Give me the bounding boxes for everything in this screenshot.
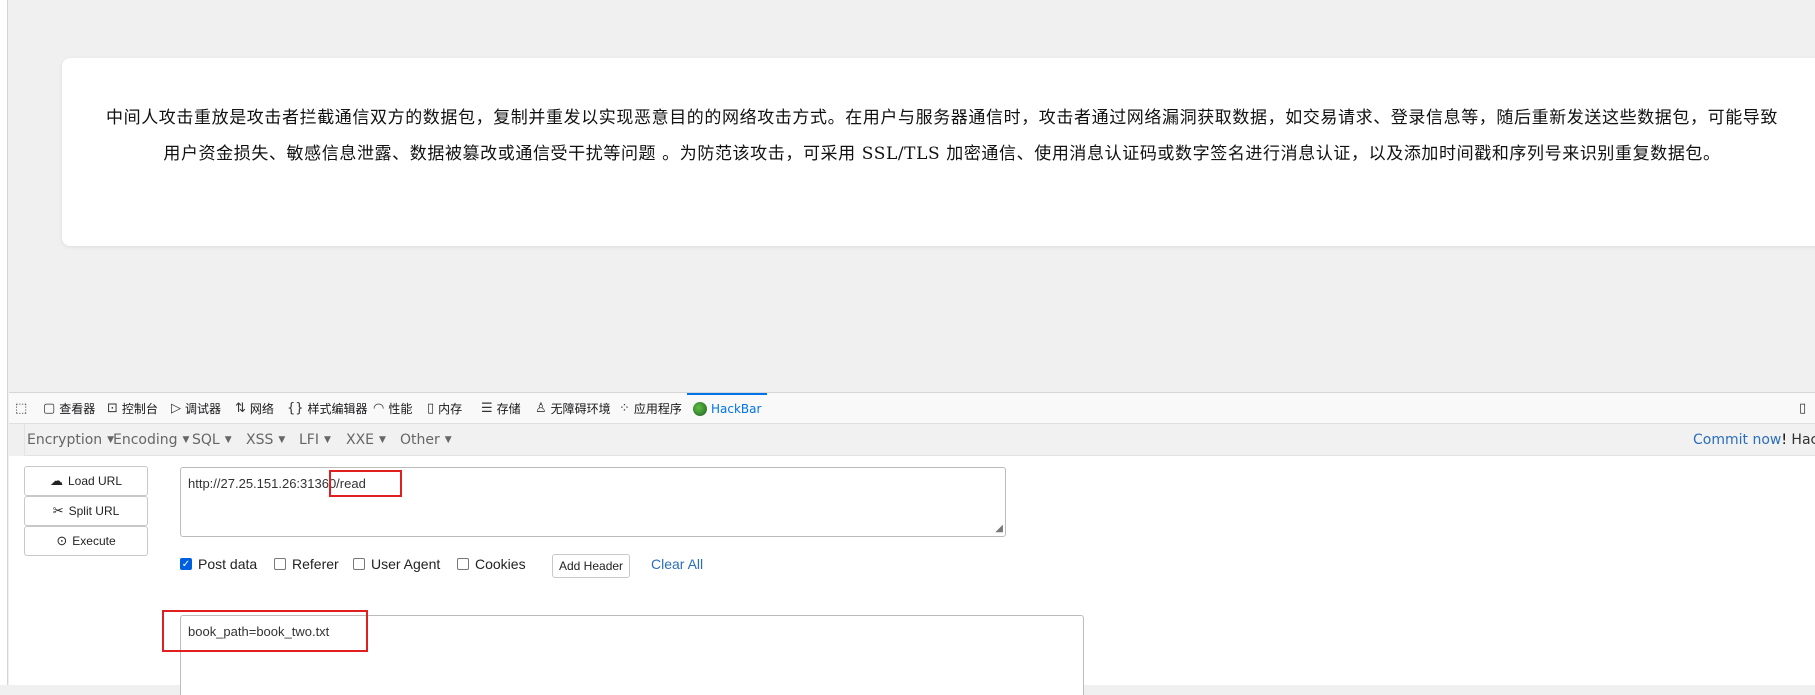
devtools-toolbar: ⬚ ▢ 查看器 ⊡ 控制台 ▷ 调试器 ⇅ 网络 {} 样式编辑器 ◠ 性能 ▯… [9,392,1815,424]
button-label: Execute [72,534,116,548]
tab-label: 无障碍环境 [550,401,611,416]
hackbar-menu-bar: Encryption ▼ Encoding ▼ SQL ▼ XSS ▼ LFI ▼ XXE… [24,424,1815,456]
tab-label: 应用程序 [633,401,682,416]
button-label: Load URL [67,474,123,488]
option-label: Referer [292,556,339,572]
scissors-icon: ✂ [52,503,64,518]
chevron-down-icon: ▼ [444,435,452,445]
inspector-icon: ▢ [43,400,56,416]
storage-icon: ☰ [481,400,493,416]
menu-encryption[interactable]: Encryption ▼ [27,432,114,448]
tab-label: 存储 [496,401,521,416]
tab-inspector[interactable]: ▢ 查看器 [43,393,95,423]
tab-label: 调试器 [185,401,222,416]
menu-xss[interactable]: XSS ▼ [246,432,285,448]
tab-performance[interactable]: ◠ 性能 [373,393,412,423]
play-circle-icon: ⊙ [56,533,68,548]
hackbar-logo-icon [693,402,707,416]
checkbox-box [274,558,286,570]
user-agent-checkbox[interactable]: User Agent [353,556,440,572]
menu-sql[interactable]: SQL ▼ [192,432,232,448]
network-icon: ⇅ [235,400,246,416]
button-label: Add Header [559,559,624,573]
tab-accessibility[interactable]: ♙ 无障碍环境 [535,393,611,423]
chevron-down-icon: ▼ [224,435,232,445]
performance-icon: ◠ [373,400,385,416]
element-picker-icon: ⬚ [15,400,28,416]
debugger-icon: ▷ [171,400,181,416]
tab-application[interactable]: ⁘ 应用程序 [619,393,682,423]
chevron-down-icon: ▼ [379,435,386,445]
tab-label: 查看器 [59,401,96,416]
dock-options-button[interactable]: ▯ [1799,393,1806,423]
chevron-down-icon: ▼ [278,435,286,445]
resize-grip-icon[interactable]: ◢ [995,523,1003,534]
tab-storage[interactable]: ☰ 存储 [481,393,521,423]
accessibility-icon: ♙ [535,400,547,416]
tab-style-editor[interactable]: {} 样式编辑器 [287,393,368,423]
element-picker-button[interactable]: ⬚ [15,393,27,423]
tab-console[interactable]: ⊡ 控制台 [107,393,158,423]
menu-xxe[interactable]: XXE ▼ [346,432,386,448]
option-label: User Agent [371,556,441,572]
console-icon: ⊡ [107,400,118,416]
menu-encoding[interactable]: Encoding ▼ [113,432,189,448]
commit-exclamation: ! [1781,432,1787,448]
tab-label: 样式编辑器 [307,401,368,416]
clear-all-link[interactable]: Clear All [651,556,703,572]
tab-network[interactable]: ⇅ 网络 [235,393,274,423]
tab-label: HackBar [711,402,762,416]
button-label: Split URL [68,504,120,518]
tab-label: 内存 [438,401,463,416]
highlight-box-post [162,610,368,652]
url-textarea[interactable]: http://27.25.151.26:31360/read ◢ [180,467,1006,537]
tab-memory[interactable]: ▯ 内存 [427,393,462,423]
tab-debugger[interactable]: ▷ 调试器 [171,393,221,423]
tab-label: 性能 [388,401,413,416]
memory-icon: ▯ [427,400,435,416]
split-url-button[interactable]: ✂ Split URL [24,496,148,526]
chevron-down-icon: ▼ [182,435,190,445]
load-url-button[interactable]: ☁ Load URL [24,466,148,496]
checkbox-box [457,558,469,570]
application-icon: ⁘ [619,400,630,416]
option-label: Cookies [475,556,526,572]
commit-link-text: Commit now [1693,432,1782,448]
chevron-down-icon: ▼ [323,435,331,445]
commit-tail-text: Hack [1791,432,1815,448]
referer-checkbox[interactable]: Referer [274,556,339,572]
cloud-download-icon: ☁ [49,473,63,488]
post-data-checkbox[interactable]: ✓ Post data [180,556,257,572]
tab-hackbar[interactable]: HackBar [687,393,768,423]
menu-lfi[interactable]: LFI ▼ [299,432,331,448]
menu-other[interactable]: Other ▼ [400,432,452,448]
page-content: 中间人攻击重放是攻击者拦截通信双方的数据包，复制并重发以实现恶意目的的网络攻击方… [9,0,1815,392]
tab-label: 控制台 [121,401,158,416]
add-header-button[interactable]: Add Header [552,554,631,578]
option-label: Post data [198,556,258,572]
highlight-box-url [329,470,402,497]
cookies-checkbox[interactable]: Cookies [457,556,526,572]
checkmark-icon: ✓ [180,558,192,570]
commit-link[interactable]: Commit now! Hack [1693,432,1815,448]
execute-button[interactable]: ⊙ Execute [24,526,148,556]
link-label: Clear All [651,556,704,572]
style-editor-icon: {} [287,400,304,416]
tab-label: 网络 [249,401,274,416]
content-paragraph: 中间人攻击重放是攻击者拦截通信双方的数据包，复制并重发以实现恶意目的的网络攻击方… [106,108,1778,164]
content-card: 中间人攻击重放是攻击者拦截通信双方的数据包，复制并重发以实现恶意目的的网络攻击方… [62,58,1815,246]
dock-icon: ▯ [1799,400,1807,416]
window-left-edge [0,0,8,685]
checkbox-box [353,558,365,570]
